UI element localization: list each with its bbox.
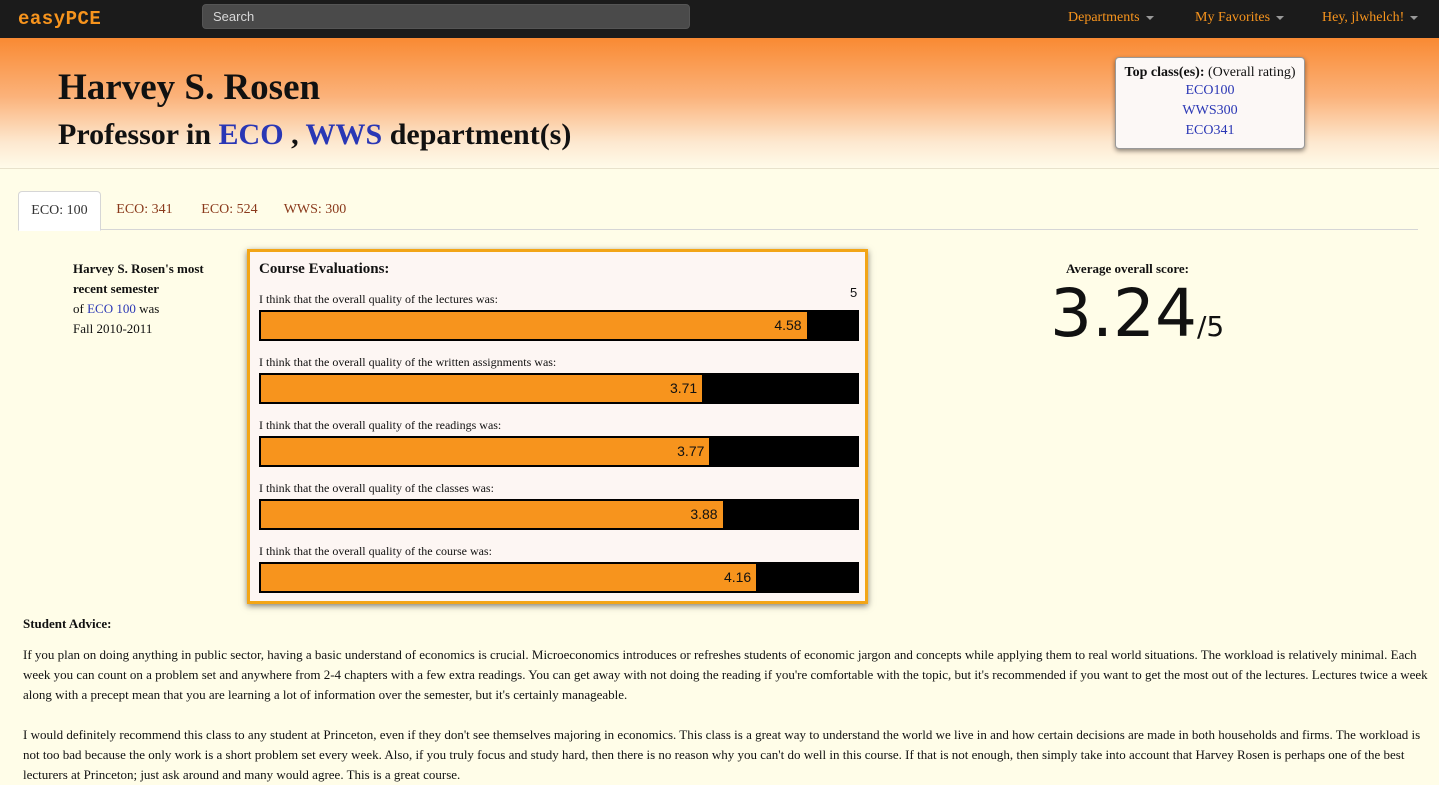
top-classes-box: Top class(es): (Overall rating) ECO100 W… — [1115, 57, 1305, 149]
evaluations-title: Course Evaluations: — [259, 261, 390, 277]
advice-paragraph: I would definitely recommend this class … — [23, 727, 1421, 782]
eval-bar-fill: 3.77 — [259, 436, 712, 467]
chevron-down-icon — [1145, 15, 1154, 20]
eval-question-lectures: I think that the overall quality of the … — [259, 292, 498, 306]
eval-question-classes: I think that the overall quality of the … — [259, 481, 494, 495]
average-score-value: 3.24 — [1050, 275, 1197, 352]
top-classes-title: Top class(es): (Overall rating) — [1116, 65, 1304, 81]
recent-was: was — [139, 301, 160, 316]
eval-bar-track: 4.58 — [259, 310, 859, 341]
favorites-label: My Favorites — [1195, 10, 1271, 25]
eval-bar-fill: 4.58 — [259, 310, 809, 341]
average-score-outof: /5 — [1196, 310, 1225, 343]
eval-bar-track: 4.16 — [259, 562, 859, 593]
recent-semester-info: Harvey S. Rosen's most recent semester o… — [73, 259, 233, 339]
top-class-link[interactable]: WWS300 — [1116, 101, 1304, 121]
eval-question-course: I think that the overall quality of the … — [259, 544, 492, 558]
brand-logo[interactable]: easyPCE — [18, 8, 101, 30]
dept-suffix: department(s) — [389, 118, 572, 151]
eval-bar-track: 3.88 — [259, 499, 859, 530]
top-classes-subtitle: (Overall rating) — [1208, 65, 1296, 80]
departments-menu[interactable]: Departments — [1068, 10, 1154, 26]
recent-term: Fall 2010-2011 — [73, 321, 153, 336]
search-input[interactable] — [202, 4, 690, 29]
eval-bar-fill: 3.88 — [259, 499, 725, 530]
tab-wws-300[interactable]: WWS: 300 — [276, 191, 354, 228]
advice-paragraph: If you plan on doing anything in public … — [23, 647, 1428, 702]
chevron-down-icon — [1276, 15, 1285, 20]
tab-eco-100[interactable]: ECO: 100 — [18, 191, 101, 231]
top-class-link[interactable]: ECO100 — [1116, 81, 1304, 101]
eval-bar-fill: 3.71 — [259, 373, 705, 404]
eval-bar-fill: 4.16 — [259, 562, 759, 593]
dept-link-eco[interactable]: ECO — [219, 118, 284, 151]
tab-eco-341[interactable]: ECO: 341 — [106, 191, 183, 228]
dept-separator: , — [291, 118, 299, 151]
student-advice-title: Student Advice: — [23, 616, 112, 631]
course-tabs: ECO: 100 ECO: 341 ECO: 524 WWS: 300 — [18, 191, 1418, 231]
favorites-menu[interactable]: My Favorites — [1195, 10, 1285, 26]
scale-max-label: 5 — [850, 285, 858, 300]
departments-label: Departments — [1068, 10, 1140, 25]
recent-course-link[interactable]: ECO 100 — [87, 301, 136, 316]
top-classes-heading: Top class(es): — [1124, 65, 1205, 80]
eval-question-readings: I think that the overall quality of the … — [259, 418, 502, 432]
professor-name: Harvey S. Rosen — [58, 67, 321, 108]
user-menu[interactable]: Hey, jlwhelch! — [1322, 10, 1419, 26]
average-score: 3.24/5 — [1050, 275, 1224, 352]
top-class-link[interactable]: ECO341 — [1116, 121, 1304, 141]
dept-prefix: Professor in — [58, 118, 212, 151]
professor-header: Harvey S. Rosen Professor in ECO , WWS d… — [0, 38, 1439, 169]
recent-semester-heading: Harvey S. Rosen's most recent semester — [73, 261, 204, 296]
chevron-down-icon — [1410, 15, 1419, 20]
eval-bar-track: 3.77 — [259, 436, 859, 467]
eval-bar-track: 3.71 — [259, 373, 859, 404]
course-evaluations-panel: Course Evaluations: 5 I think that the o… — [247, 249, 868, 604]
recent-of: of — [73, 301, 84, 316]
top-navbar: easyPCE Departments My Favorites Hey, jl… — [0, 0, 1439, 38]
dept-link-wws[interactable]: WWS — [306, 118, 383, 151]
eval-question-assignments: I think that the overall quality of the … — [259, 355, 557, 369]
tab-eco-524[interactable]: ECO: 524 — [191, 191, 268, 228]
user-greeting: Hey, jlwhelch! — [1322, 10, 1405, 25]
professor-departments: Professor in ECO , WWS department(s) — [58, 118, 571, 152]
